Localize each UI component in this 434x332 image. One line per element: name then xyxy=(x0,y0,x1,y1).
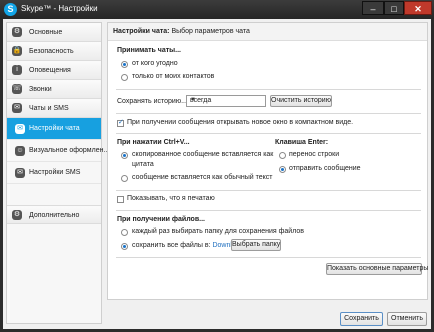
gear-icon: ⚙ xyxy=(12,210,22,220)
paste-quote-radio[interactable] xyxy=(121,152,128,159)
history-label: Сохранять историю... xyxy=(117,98,187,105)
sidebar-item-label: Визуальное оформлен... xyxy=(29,147,110,154)
paste-plain-radio[interactable] xyxy=(121,175,128,182)
show-typing-label: Показывать, что я печатаю xyxy=(127,195,215,202)
sidebar: ⚙ Основные 🔒 Безопасность i Оповещения ☏… xyxy=(6,22,109,324)
save-to-folder-label: сохранить все файлы в: Downloads xyxy=(132,242,247,249)
ctrl-v-heading: При нажатии Ctrl+V... xyxy=(117,139,190,146)
gear-icon: ⚙ xyxy=(12,27,22,37)
accept-anyone-label: от кого угодно xyxy=(132,60,178,67)
chevron-down-icon: ▼ xyxy=(190,97,196,103)
choose-folder-each-time-radio[interactable] xyxy=(121,229,128,236)
sidebar-item-advanced[interactable]: ⚙ Дополнительно xyxy=(7,205,101,224)
accept-anyone-radio[interactable] xyxy=(121,61,128,68)
sidebar-item-label: Безопасность xyxy=(29,48,74,55)
minimize-button[interactable]: – xyxy=(362,1,384,15)
sidebar-item-label: Звонки xyxy=(29,86,52,93)
sidebar-item-label: Оповещения xyxy=(29,67,71,74)
cancel-button[interactable]: Отменить xyxy=(387,312,427,326)
choose-folder-each-time-label: каждый раз выбирать папку для сохранения… xyxy=(132,228,304,235)
enter-send-label: отправить сообщение xyxy=(289,165,361,172)
divider xyxy=(116,210,421,211)
lock-icon: 🔒 xyxy=(12,46,22,56)
show-basic-settings-button[interactable]: Показать основные параметры xyxy=(326,263,428,275)
sidebar-item-label: Настройки SMS xyxy=(29,169,81,176)
page-title-rest: Выбор параметров чата xyxy=(169,28,250,35)
accept-contacts-label: только от моих контактов xyxy=(132,73,215,80)
chat-icon: ✉ xyxy=(15,124,25,134)
info-icon: i xyxy=(12,65,22,75)
chat-icon: ✉ xyxy=(12,103,22,113)
save-to-folder-prefix: сохранить все файлы в: xyxy=(132,242,211,249)
sidebar-item-general[interactable]: ⚙ Основные xyxy=(7,23,101,42)
choose-folder-button[interactable]: Выбрать папку xyxy=(231,239,281,251)
page-title: Настройки чата: Выбор параметров чата xyxy=(113,23,250,40)
history-select[interactable]: всегда ▼ xyxy=(186,95,266,107)
divider xyxy=(116,133,421,134)
divider xyxy=(116,257,421,258)
save-to-folder-radio[interactable] xyxy=(121,243,128,250)
close-button[interactable]: ✕ xyxy=(404,1,432,15)
sms-icon: ✉ xyxy=(15,168,25,178)
settings-window: S Skype™ - Настройки – □ ✕ ⚙ Основные 🔒 … xyxy=(0,0,434,332)
accept-contacts-radio[interactable] xyxy=(121,74,128,81)
panel-header: Настройки чата: Выбор параметров чата xyxy=(108,23,427,41)
divider xyxy=(116,89,421,90)
accept-chats-heading: Принимать чаты... xyxy=(117,47,181,54)
enter-newline-radio[interactable] xyxy=(279,152,286,159)
sidebar-item-label: Чаты и SMS xyxy=(29,105,69,112)
sidebar-item-notifications[interactable]: i Оповещения xyxy=(7,61,101,80)
compact-window-label: При получении сообщения открывать новое … xyxy=(127,119,354,126)
paste-quote-label-line2: цитата xyxy=(132,161,154,168)
window-title: Skype™ - Настройки xyxy=(21,4,98,13)
settings-panel: Настройки чата: Выбор параметров чата Пр… xyxy=(107,22,428,300)
smiley-icon: ☺ xyxy=(15,146,25,156)
clear-history-button[interactable]: Очистить историю xyxy=(270,95,332,107)
sidebar-item-chat-settings[interactable]: ✉ Настройки чата xyxy=(7,118,101,140)
sidebar-item-chats-sms[interactable]: ✉ Чаты и SMS xyxy=(7,99,101,118)
skype-logo-icon: S xyxy=(4,3,17,16)
sidebar-item-security[interactable]: 🔒 Безопасность xyxy=(7,42,101,61)
enter-newline-label: перенос строки xyxy=(289,151,340,158)
divider xyxy=(116,190,421,191)
compact-window-checkbox[interactable] xyxy=(117,118,124,127)
sidebar-item-label: Настройки чата xyxy=(29,125,80,132)
maximize-button[interactable]: □ xyxy=(384,1,404,15)
sidebar-item-label: Основные xyxy=(29,29,63,36)
save-button[interactable]: Сохранить xyxy=(340,312,383,326)
enter-send-radio[interactable] xyxy=(279,166,286,173)
phone-icon: ☏ xyxy=(12,84,22,94)
sidebar-item-sms-settings[interactable]: ✉ Настройки SMS xyxy=(7,162,101,184)
files-heading: При получении файлов... xyxy=(117,216,205,223)
title-bar: S Skype™ - Настройки – □ ✕ xyxy=(0,0,434,19)
sidebar-item-visual-style[interactable]: ☺ Визуальное оформлен... xyxy=(7,140,109,162)
window-client: ⚙ Основные 🔒 Безопасность i Оповещения ☏… xyxy=(3,19,431,329)
page-title-bold: Настройки чата: xyxy=(113,28,170,35)
sidebar-item-label: Дополнительно xyxy=(29,212,80,219)
sidebar-item-calls[interactable]: ☏ Звонки xyxy=(7,80,101,99)
paste-quote-label-line1: скопированное сообщение вставляется как xyxy=(132,151,274,158)
show-typing-checkbox[interactable] xyxy=(117,196,124,203)
paste-plain-label: сообщение вставляется как обычный текст xyxy=(132,174,273,181)
enter-key-heading: Клавиша Enter: xyxy=(275,139,329,146)
divider xyxy=(116,113,421,114)
